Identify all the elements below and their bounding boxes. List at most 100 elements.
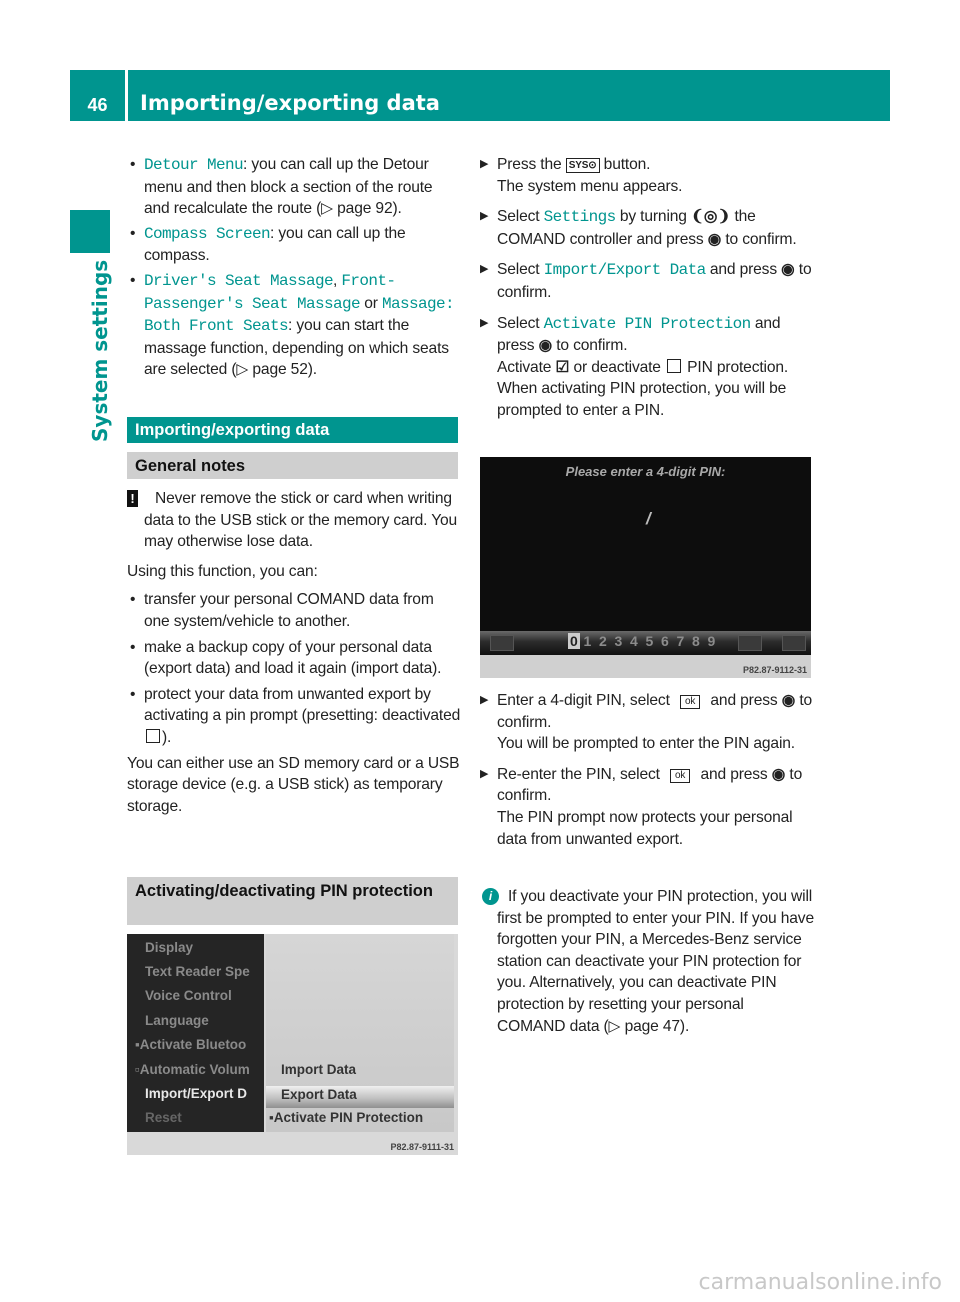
- text: The system menu appears.: [497, 177, 683, 195]
- list-item: • Compass Screen: you can call up the com…: [130, 224, 406, 265]
- step-arrow-icon: ▶: [480, 263, 489, 276]
- digit-key: 4: [630, 633, 638, 649]
- submenu-item: ▪Activate PIN Protection: [269, 1110, 424, 1125]
- text: button.: [599, 156, 651, 173]
- step-action: Select Import/Export Data and press ◉ to…: [497, 259, 814, 303]
- image-code: P82.87-9111-31: [390, 1142, 454, 1152]
- step-arrow-icon: ▶: [480, 767, 489, 780]
- digit-key: 1: [583, 633, 592, 649]
- checkbox-empty-icon: [667, 358, 681, 373]
- step-arrow-icon: ▶: [480, 316, 489, 329]
- list-item: • protect your data from unwanted export …: [130, 685, 461, 746]
- list-item: • transfer your personal COMAND data from…: [130, 591, 434, 630]
- text: Re-enter the PIN, select: [497, 765, 664, 783]
- digit-key: 7: [676, 633, 685, 649]
- digit-key: 9: [707, 633, 716, 649]
- press-controller-icon: ◉: [781, 692, 796, 709]
- pin-prompt: Please enter a 4-digit PIN:: [565, 464, 726, 479]
- digit-key: 6: [661, 633, 669, 649]
- instruction-step: ▶ Select Activate PIN Protection and pres…: [480, 313, 814, 422]
- step-result: The system menu appears.: [497, 176, 814, 198]
- digit-key: 2: [599, 633, 607, 649]
- storage-text: You can either use an SD memory card or …: [127, 754, 460, 815]
- step-arrow-icon: ▶: [480, 210, 489, 223]
- text: Activate: [497, 358, 556, 376]
- page-number: 46: [70, 70, 125, 121]
- pin-cursor: /: [646, 509, 651, 528]
- steps-bottom: ▶ Enter a 4-digit PIN, select ok and pres…: [480, 690, 814, 859]
- text: Select: [497, 314, 544, 332]
- info-text: If you deactivate your PIN protection, y…: [497, 888, 814, 1035]
- checkbox-checked-icon: ☑: [555, 358, 570, 376]
- menu-item: Text Reader Spe: [145, 964, 250, 979]
- sys-button-icon: SYS⊙: [565, 158, 600, 173]
- sidebar-tab-marker: [70, 210, 110, 253]
- digit-key: 3: [614, 633, 623, 649]
- checkbox-empty-icon: [146, 728, 160, 743]
- menu-item: Language: [145, 1013, 209, 1028]
- pin-entry-screenshot: Please enter a 4-digit PIN: / 0123456789…: [480, 457, 811, 678]
- ui-term: Detour Menu: [144, 156, 244, 174]
- pin-screen: Please enter a 4-digit PIN: /: [480, 457, 811, 631]
- press-controller-icon: ◉: [538, 337, 553, 355]
- delete-icon: [738, 635, 762, 651]
- ui-term: Driver's Seat Massage: [144, 271, 334, 290]
- ui-term: Activate PIN Protection: [543, 314, 752, 333]
- ok-icon: [782, 635, 806, 651]
- submenu-item: Import Data: [281, 1062, 357, 1077]
- menu-item: ▪Activate Bluetoo: [135, 1037, 247, 1052]
- menu-item: Voice Control: [145, 988, 232, 1003]
- section-heading: Importing/exporting data: [127, 417, 458, 443]
- instruction-step: ▶ Enter a 4-digit PIN, select ok and pres…: [480, 690, 814, 755]
- feature-list: • Detour Menu: you can call up the Detour…: [127, 154, 461, 381]
- general-notes-body: ! Never remove the stick or card when wri…: [127, 488, 461, 817]
- page-title: Importing/exporting data: [128, 70, 890, 121]
- text: Press the: [497, 156, 566, 173]
- instruction-step: ▶ Select Settings by turning ❨◎❩ the COMA…: [480, 206, 814, 250]
- ui-term: Compass Screen: [144, 224, 271, 243]
- list-item: • make a backup copy of your personal dat…: [130, 638, 442, 678]
- sidebar-section-label: System settings: [88, 259, 112, 442]
- intro-text: Using this function, you can:: [127, 562, 318, 580]
- ui-term: Settings: [543, 208, 617, 227]
- steps-top: ▶ Press the SYS⊙ button. The system menu a…: [480, 154, 814, 431]
- text: make a backup copy of your personal data…: [144, 638, 442, 678]
- list-item: • Driver's Seat Massage, Front-Passenger'…: [130, 271, 455, 379]
- digit-key: 8: [692, 633, 700, 649]
- menu-item-selected: Import/Export D: [145, 1086, 248, 1101]
- text: and press: [696, 765, 772, 783]
- menu-item: ▫Automatic Volum: [135, 1062, 250, 1077]
- text: Select: [497, 261, 544, 279]
- system-menu-screenshot: Display Text Reader Spe Voice Control La…: [127, 934, 458, 1155]
- text: You will be prompted to enter the PIN ag…: [497, 735, 795, 753]
- text: The PIN prompt now protects your persona…: [497, 808, 793, 848]
- ok-button-icon: ok: [670, 768, 691, 783]
- menu-item: Display: [145, 940, 194, 955]
- digit-key: 0: [568, 633, 580, 649]
- text: Enter a 4-digit PIN, select: [497, 692, 674, 709]
- subheading-general-notes: General notes: [127, 452, 458, 479]
- step-action: Select Settings by turning ❨◎❩ the COMAN…: [497, 206, 814, 250]
- step-action: Press the SYS⊙ button.: [497, 154, 814, 176]
- text: transfer your personal COMAND data from …: [144, 591, 434, 630]
- text: or deactivate: [569, 358, 665, 376]
- text: ).: [162, 728, 172, 746]
- digit-key: 5: [645, 633, 654, 649]
- step-result: You will be prompted to enter the PIN ag…: [497, 733, 814, 755]
- text: or: [360, 294, 382, 312]
- step-action: Enter a 4-digit PIN, select ok and press…: [497, 690, 814, 733]
- list-item: • Detour Menu: you can call up the Detour…: [130, 156, 433, 218]
- text: to confirm.: [552, 337, 628, 355]
- step-action: Select Activate PIN Protection and press…: [497, 313, 814, 357]
- step-result: The PIN prompt now protects your persona…: [497, 807, 814, 850]
- text: by turning: [615, 208, 691, 226]
- turn-controller-icon: ❨◎❩: [691, 208, 731, 226]
- warning-text: Never remove the stick or card when writ…: [144, 490, 458, 551]
- press-controller-icon: ◉: [707, 230, 722, 248]
- press-controller-icon: ◉: [771, 765, 786, 783]
- step-result: Activate ☑ or deactivate PIN protection.…: [497, 357, 814, 422]
- text: protect your data from unwanted export b…: [144, 685, 461, 725]
- text: to confirm.: [721, 230, 797, 248]
- ok-button-icon: ok: [679, 695, 701, 709]
- subheading-pin-protection: Activating/deactivating PIN protection: [127, 877, 458, 925]
